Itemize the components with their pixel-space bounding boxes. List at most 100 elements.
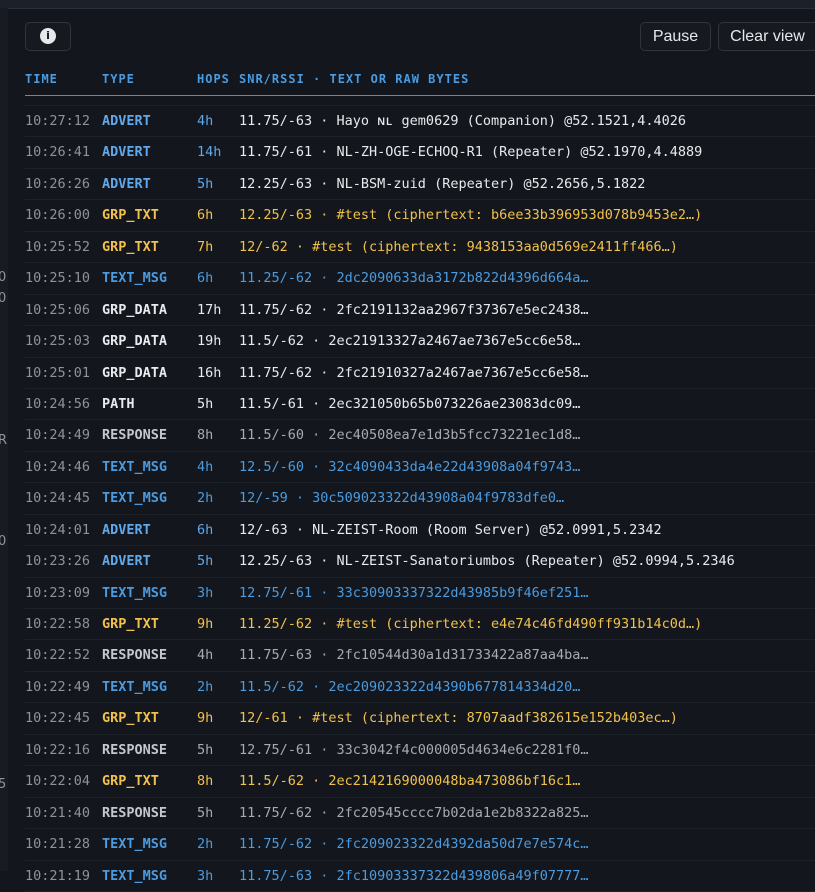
packet-hops: 5h [197, 175, 214, 192]
packet-time: 10:24:56 [25, 395, 91, 412]
packet-type: TEXT_MSG [102, 836, 168, 853]
packet-type: TEXT_MSG [102, 270, 168, 287]
packet-details: 12/-63 · NL-ZEIST-Room (Room Server) @52… [239, 521, 662, 538]
table-row[interactable]: 10:22:16 RESPONSE 5h 12.75/-61 · 33c3042f4c… [25, 735, 815, 767]
top-edge-bar [0, 0, 815, 9]
packet-hops: 4h [197, 113, 214, 129]
packet-type: ADVERT [102, 521, 151, 538]
packet-details: 11.75/-61 · NL-ZH-OGE-ECHOQ-R1 (Repeater… [239, 144, 703, 161]
table-row[interactable]: 10:25:03 GRP_DATA 19h 11.5/-62 · 2ec2191332… [25, 326, 815, 358]
clear-view-button[interactable]: Clear view [718, 22, 815, 51]
table-row[interactable]: 10:23:09 TEXT_MSG 3h 12.75/-61 · 33c3090333… [25, 578, 815, 609]
packet-details: 11.75/-62 · 2fc2191132aa2967f37367e5ec24… [239, 301, 589, 318]
table-row[interactable]: 10:23:26 ADVERT 5h 12.25/-63 · NL-ZEIST-San… [25, 546, 815, 578]
packet-hops: 17h [197, 301, 222, 318]
packet-details: 11.5/-62 · 2ec21913327a2467ae7367e5cc6e5… [239, 333, 581, 350]
packet-details: 11.25/-62 · 2dc2090633da3172b822d4396d66… [239, 270, 589, 287]
packet-time: 10:26:00 [25, 207, 91, 224]
table-row[interactable]: 10:25:01 GRP_DATA 16h 11.75/-62 · 2fc219103… [25, 358, 815, 389]
packet-type: TEXT_MSG [102, 867, 168, 884]
packet-type: RESPONSE [102, 804, 168, 821]
packet-hops: 16h [197, 364, 222, 381]
packet-hops: 2h [197, 490, 214, 507]
packet-time: 10:22:58 [25, 616, 91, 632]
packet-time: 10:25:10 [25, 270, 91, 287]
packet-details: 12.5/-60 · 32c4090433da4e22d43908a04f974… [239, 458, 581, 475]
packet-type: TEXT_MSG [102, 678, 168, 695]
packet-type: GRP_DATA [102, 364, 168, 381]
packet-time: 10:21:40 [25, 804, 91, 821]
packet-hops: 9h [197, 710, 214, 727]
table-row[interactable]: 10:26:00 GRP_TXT 6h 12.25/-63 · #test (ciph… [25, 200, 815, 232]
info-button[interactable]: i [25, 22, 71, 51]
packet-hops: 3h [197, 867, 214, 884]
packet-details: 12.25/-63 · NL-BSM-zuid (Repeater) @52.2… [239, 175, 646, 192]
table-row[interactable]: 10:27:12 ADVERT 4h 11.75/-63 · Hayo ɴʟ gem0… [25, 105, 815, 138]
table-row[interactable]: 10:25:06 GRP_DATA 17h 11.75/-62 · 2fc219113… [25, 295, 815, 327]
table-row[interactable]: 10:25:10 TEXT_MSG 6h 11.25/-62 · 2dc2090633… [25, 263, 815, 295]
packet-time: 10:26:26 [25, 175, 91, 192]
table-row[interactable]: 10:21:19 TEXT_MSG 3h 11.75/-63 · 2fc1090333… [25, 861, 815, 892]
table-header: TIME TYPE HOPS SNR/RSSI · TEXT OR RAW BY… [25, 69, 815, 96]
packet-time: 10:21:19 [25, 867, 91, 884]
packet-type: GRP_TXT [102, 207, 159, 224]
packet-details: 11.25/-62 · #test (ciphertext: e4e74c46f… [239, 616, 703, 632]
table-row[interactable]: 10:24:45 TEXT_MSG 2h 12/-59 · 30c509023322d… [25, 483, 815, 515]
packet-hops: 9h [197, 616, 214, 632]
packet-type: PATH [102, 395, 135, 412]
table-row[interactable]: 10:22:49 TEXT_MSG 2h 11.5/-62 · 2ec20902332… [25, 672, 815, 704]
packet-list: 10:27:12 ADVERT 4h 11.75/-63 · Hayo ɴʟ gem0… [25, 105, 815, 892]
packet-hops: 5h [197, 741, 214, 758]
packet-type: TEXT_MSG [102, 584, 168, 601]
column-header-time: TIME [25, 72, 58, 86]
packet-type: GRP_DATA [102, 301, 168, 318]
table-row[interactable]: 10:24:01 ADVERT 6h 12/-63 · NL-ZEIST-Room (… [25, 515, 815, 547]
packet-details: 11.75/-62 · 2fc209023322d4392da50d7e7e57… [239, 836, 589, 853]
table-row[interactable]: 10:24:56 PATH 5h 11.5/-61 · 2ec321050b65b07… [25, 389, 815, 421]
packet-type: GRP_TXT [102, 238, 159, 255]
table-row[interactable]: 10:24:49 RESPONSE 8h 11.5/-60 · 2ec40508ea7… [25, 420, 815, 452]
packet-hops: 5h [197, 553, 214, 570]
left-glimpse: 0 [0, 291, 7, 306]
packet-hops: 3h [197, 584, 214, 601]
table-row[interactable]: 10:24:46 TEXT_MSG 4h 12.5/-60 · 32c4090433d… [25, 452, 815, 484]
packet-time: 10:25:01 [25, 364, 91, 381]
packet-details: 12/-59 · 30c509023322d43908a04f9783dfe0… [239, 490, 565, 507]
packet-time: 10:24:46 [25, 458, 91, 475]
table-row[interactable]: 10:21:40 RESPONSE 5h 11.75/-62 · 2fc20545cc… [25, 798, 815, 830]
table-row[interactable]: 10:26:26 ADVERT 5h 12.25/-63 · NL-BSM-zuid … [25, 169, 815, 201]
table-row[interactable]: 10:22:45 GRP_TXT 9h 12/-61 · #test (ciphert… [25, 703, 815, 735]
packet-hops: 8h [197, 427, 214, 444]
packet-details: 12.75/-61 · 33c30903337322d43985b9f46ef2… [239, 584, 589, 601]
pause-button[interactable]: Pause [640, 22, 711, 51]
info-icon: i [40, 28, 56, 44]
packet-time: 10:24:45 [25, 490, 91, 507]
packet-details: 11.75/-63 · Hayo ɴʟ gem0629 (Companion) … [239, 113, 687, 129]
left-edge-panel: 0 0 R 0 5 [0, 8, 8, 871]
packet-details: 12.25/-63 · #test (ciphertext: b6ee33b39… [239, 207, 703, 224]
table-row[interactable]: 10:22:04 GRP_TXT 8h 11.5/-62 · 2ec214216900… [25, 766, 815, 798]
table-row[interactable]: 10:21:28 TEXT_MSG 2h 11.75/-62 · 2fc2090233… [25, 829, 815, 861]
packet-time: 10:23:26 [25, 553, 91, 570]
table-row[interactable]: 10:22:52 RESPONSE 4h 11.75/-63 · 2fc10544d3… [25, 640, 815, 672]
packet-type: ADVERT [102, 175, 151, 192]
packet-time: 10:21:28 [25, 836, 91, 853]
packet-hops: 5h [197, 804, 214, 821]
packet-details: 11.75/-62 · 2fc21910327a2467ae7367e5cc6e… [239, 364, 589, 381]
packet-type: RESPONSE [102, 741, 168, 758]
left-glimpse: 5 [0, 777, 7, 792]
table-row[interactable]: 10:25:52 GRP_TXT 7h 12/-62 · #test (ciphert… [25, 232, 815, 264]
table-row[interactable]: 10:26:41 ADVERT 14h 11.75/-61 · NL-ZH-OGE-E… [25, 137, 815, 169]
packet-type: ADVERT [102, 553, 151, 570]
table-row[interactable]: 10:22:58 GRP_TXT 9h 11.25/-62 · #test (ciph… [25, 609, 815, 641]
packet-type: GRP_TXT [102, 616, 159, 632]
packet-time: 10:22:45 [25, 710, 91, 727]
packet-details: 11.5/-62 · 2ec209023322d4390b677814334d2… [239, 678, 581, 695]
packet-details: 12.75/-61 · 33c3042f4c000005d4634e6c2281… [239, 741, 589, 758]
packet-hops: 6h [197, 270, 214, 287]
left-glimpse: 0 [0, 270, 7, 285]
packet-type: TEXT_MSG [102, 458, 168, 475]
packet-hops: 19h [197, 333, 222, 350]
packet-time: 10:27:12 [25, 113, 91, 129]
packet-feed-panel: i Pause Clear view TIME TYPE HOPS SNR/RS… [8, 9, 815, 892]
